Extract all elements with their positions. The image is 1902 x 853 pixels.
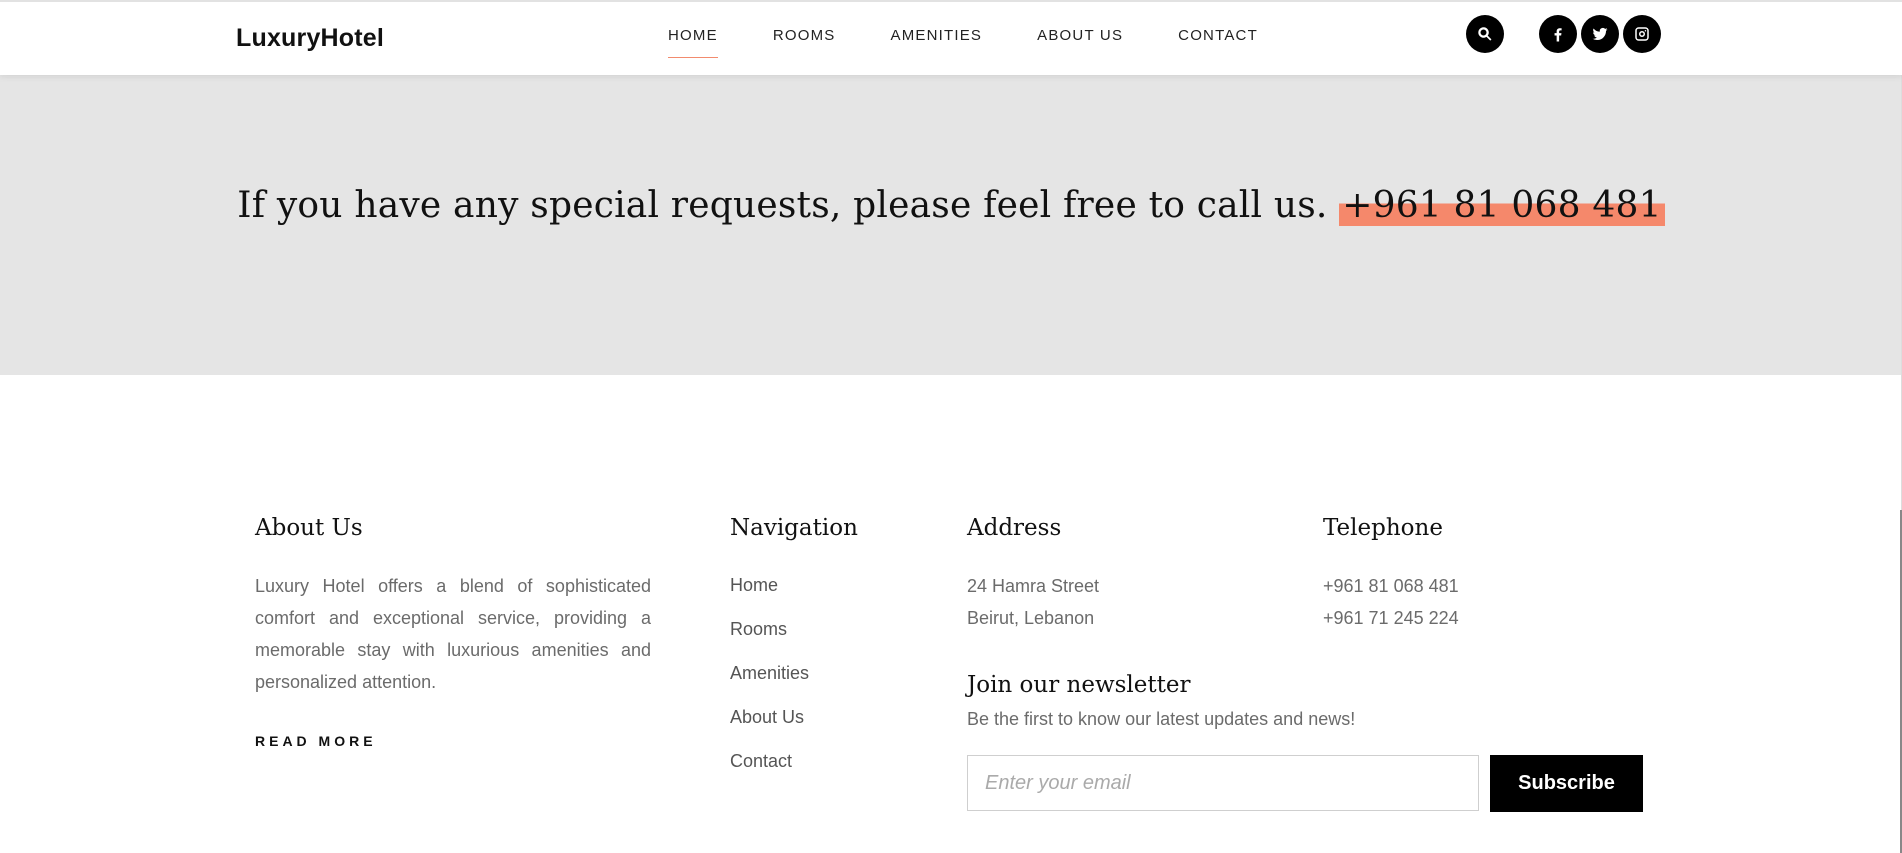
subscribe-button[interactable]: Subscribe [1490,755,1643,812]
main-nav: HOME ROOMS AMENITIES ABOUT US CONTACT [668,27,1313,58]
telephone-title: Telephone [1323,515,1443,541]
footer-link-amenities[interactable]: Amenities [730,658,809,688]
facebook-icon[interactable] [1539,15,1577,53]
navigation-title: Navigation [730,515,858,541]
about-text: Luxury Hotel offers a blend of sophistic… [255,576,651,692]
newsletter-title: Join our newsletter [967,672,1191,698]
footer-link-contact[interactable]: Contact [730,746,809,776]
special-requests-band: If you have any special requests, please… [0,75,1902,375]
footer-link-about-us[interactable]: About Us [730,702,809,732]
telephone-line-1[interactable]: +961 81 068 481 [1323,570,1459,602]
instagram-icon[interactable] [1623,15,1661,53]
newsletter-email-input[interactable] [967,755,1479,811]
address-line-2: Beirut, Lebanon [967,608,1095,628]
telephone-block: +961 81 068 481 +961 71 245 224 [1323,570,1459,634]
nav-about-us[interactable]: ABOUT US [1037,27,1123,58]
special-requests-message: If you have any special requests, please… [237,185,1328,226]
address-title: Address [967,515,1062,541]
nav-home[interactable]: HOME [668,27,718,58]
nav-amenities[interactable]: AMENITIES [890,27,982,58]
telephone-line-2[interactable]: +961 71 245 224 [1323,602,1459,634]
footer-link-home[interactable]: Home [730,570,809,600]
search-icon[interactable] [1466,15,1504,53]
footer-link-rooms[interactable]: Rooms [730,614,809,644]
highlighted-phone[interactable]: +961 81 068 481 [1339,185,1665,226]
logo[interactable]: LuxuryHotel [236,24,384,53]
about-title: About Us [255,515,363,541]
site-header: LuxuryHotel HOME ROOMS AMENITIES ABOUT U… [0,0,1902,75]
read-more-link[interactable]: READ MORE [255,733,377,749]
newsletter-subtitle: Be the first to know our latest updates … [967,709,1356,729]
nav-rooms[interactable]: ROOMS [773,27,836,58]
address-line-1: 24 Hamra Street [967,576,1100,596]
special-requests-text: If you have any special requests, please… [0,185,1902,226]
footer-nav-list: Home Rooms Amenities About Us Contact [730,570,809,790]
address-block: 24 Hamra Street Beirut, Lebanon [967,570,1099,634]
twitter-icon[interactable] [1581,15,1619,53]
nav-contact[interactable]: CONTACT [1178,27,1258,58]
